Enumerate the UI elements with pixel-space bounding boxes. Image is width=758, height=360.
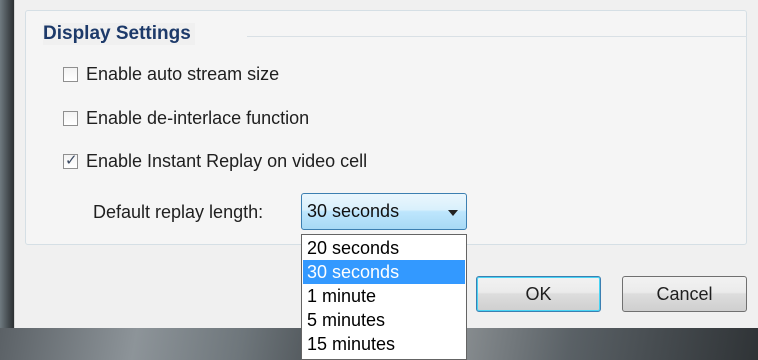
instant-replay-option[interactable]: Enable Instant Replay on video cell: [63, 151, 367, 172]
replay-length-value: 30 seconds: [307, 201, 400, 221]
deinterlace-checkbox[interactable]: [63, 111, 78, 126]
auto-stream-size-option[interactable]: Enable auto stream size: [63, 64, 279, 85]
deinterlace-label: Enable de-interlace function: [86, 108, 310, 128]
instant-replay-checkbox[interactable]: [63, 151, 78, 169]
dropdown-option-15-minutes[interactable]: 15 minutes: [303, 332, 465, 356]
dropdown-option-30-seconds[interactable]: 30 seconds: [303, 260, 465, 284]
cancel-button[interactable]: Cancel: [622, 276, 747, 312]
auto-stream-size-label: Enable auto stream size: [86, 64, 280, 84]
group-divider: [247, 36, 747, 37]
replay-length-label: Default replay length:: [93, 202, 264, 222]
window-frame: [0, 0, 14, 360]
ok-button[interactable]: OK: [476, 276, 601, 312]
dropdown-option-20-seconds[interactable]: 20 seconds: [303, 236, 465, 260]
group-title: Display Settings: [43, 23, 195, 45]
replay-length-dropdown: 20 seconds 30 seconds 1 minute 5 minutes…: [301, 234, 467, 360]
auto-stream-size-checkbox[interactable]: [63, 67, 78, 82]
replay-length-select[interactable]: 30 seconds: [301, 193, 467, 230]
chevron-down-icon: [448, 210, 458, 216]
deinterlace-option[interactable]: Enable de-interlace function: [63, 108, 309, 129]
instant-replay-label: Enable Instant Replay on video cell: [86, 151, 368, 171]
dropdown-option-1-minute[interactable]: 1 minute: [303, 284, 465, 308]
dropdown-option-5-minutes[interactable]: 5 minutes: [303, 308, 465, 332]
